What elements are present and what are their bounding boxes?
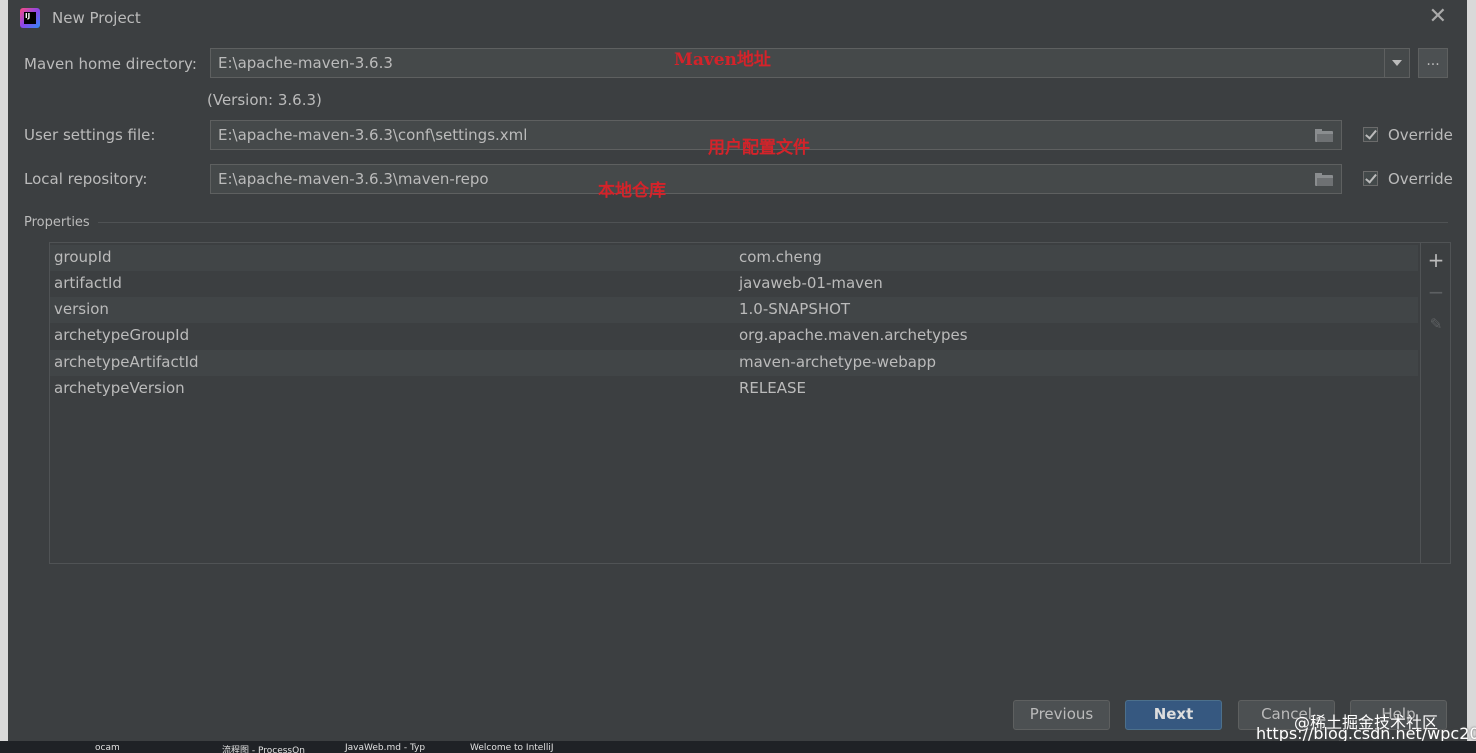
maven-home-label: Maven home directory: bbox=[24, 55, 197, 73]
taskbar-item[interactable]: ocam bbox=[95, 743, 120, 753]
table-row[interactable]: archetypeGroupId org.apache.maven.archet… bbox=[50, 323, 1418, 349]
user-settings-label: User settings file: bbox=[24, 126, 156, 144]
close-icon[interactable]: ✕ bbox=[1429, 6, 1447, 28]
checkmark-icon bbox=[1365, 171, 1377, 184]
windows-taskbar: ocam 流程图 - ProcessOn JavaWeb.md - Typ We… bbox=[0, 741, 1476, 753]
taskbar-item[interactable]: Welcome to IntelliJ bbox=[470, 743, 554, 753]
chevron-down-icon bbox=[1392, 60, 1402, 66]
browse-button[interactable]: ... bbox=[1418, 48, 1448, 78]
property-key: groupId bbox=[54, 248, 112, 266]
edit-pencil-icon[interactable]: ✎ bbox=[1427, 315, 1445, 333]
user-settings-value: E:\apache-maven-3.6.3\conf\settings.xml bbox=[218, 126, 528, 144]
property-value[interactable]: 1.0-SNAPSHOT bbox=[739, 300, 850, 318]
property-value[interactable]: javaweb-01-maven bbox=[739, 274, 883, 292]
previous-button[interactable]: Previous bbox=[1013, 700, 1110, 730]
intellij-app-icon: IJ bbox=[20, 8, 40, 28]
local-repo-label: Local repository: bbox=[24, 170, 148, 188]
table-row[interactable]: archetypeVersion RELEASE bbox=[50, 376, 1418, 402]
new-project-dialog: IJ New Project ✕ Maven home directory: E… bbox=[8, 0, 1467, 741]
property-key: archetypeArtifactId bbox=[54, 353, 199, 371]
properties-table: groupId com.cheng artifactId javaweb-01-… bbox=[49, 242, 1451, 564]
window-title: New Project bbox=[52, 9, 141, 27]
maven-home-field[interactable]: E:\apache-maven-3.6.3 bbox=[210, 48, 1410, 78]
local-repo-field[interactable]: E:\apache-maven-3.6.3\maven-repo bbox=[210, 164, 1342, 194]
property-value[interactable]: org.apache.maven.archetypes bbox=[739, 326, 968, 344]
property-key: version bbox=[54, 300, 109, 318]
taskbar-item[interactable]: JavaWeb.md - Typ bbox=[345, 743, 425, 753]
maven-annotation: Maven地址 bbox=[674, 50, 771, 70]
next-button[interactable]: Next bbox=[1125, 700, 1222, 730]
property-value[interactable]: RELEASE bbox=[739, 379, 806, 397]
maven-home-dropdown-button[interactable] bbox=[1384, 49, 1409, 77]
property-key: artifactId bbox=[54, 274, 122, 292]
add-icon[interactable]: + bbox=[1427, 250, 1445, 270]
properties-title: Properties bbox=[24, 215, 90, 230]
table-row[interactable]: version 1.0-SNAPSHOT bbox=[50, 297, 1418, 323]
remove-icon[interactable]: − bbox=[1427, 282, 1445, 302]
folder-icon[interactable] bbox=[1315, 129, 1333, 142]
local-repo-override-checkbox[interactable] bbox=[1363, 171, 1378, 186]
table-toolbar: + − ✎ bbox=[1420, 243, 1451, 563]
checkmark-icon bbox=[1365, 127, 1377, 140]
table-row[interactable]: artifactId javaweb-01-maven bbox=[50, 271, 1418, 297]
table-row[interactable]: archetypeArtifactId maven-archetype-weba… bbox=[50, 350, 1418, 376]
taskbar-item[interactable]: 流程图 - ProcessOn bbox=[222, 743, 305, 753]
title-bar: IJ New Project ✕ bbox=[8, 0, 1467, 36]
local-repo-override-label: Override bbox=[1388, 170, 1453, 188]
user-settings-override-checkbox[interactable] bbox=[1363, 127, 1378, 142]
repo-annotation: 本地仓库 bbox=[598, 181, 666, 201]
settings-annotation: 用户配置文件 bbox=[708, 138, 810, 158]
property-value[interactable]: com.cheng bbox=[739, 248, 822, 266]
folder-icon[interactable] bbox=[1315, 173, 1333, 186]
property-key: archetypeVersion bbox=[54, 379, 185, 397]
property-key: archetypeGroupId bbox=[54, 326, 190, 344]
maven-home-value: E:\apache-maven-3.6.3 bbox=[218, 54, 393, 72]
user-settings-override-label: Override bbox=[1388, 126, 1453, 144]
section-divider bbox=[98, 222, 1448, 223]
property-value[interactable]: maven-archetype-webapp bbox=[739, 353, 936, 371]
table-row[interactable]: groupId com.cheng bbox=[50, 245, 1418, 271]
maven-version: (Version: 3.6.3) bbox=[207, 91, 322, 109]
local-repo-value: E:\apache-maven-3.6.3\maven-repo bbox=[218, 170, 489, 188]
